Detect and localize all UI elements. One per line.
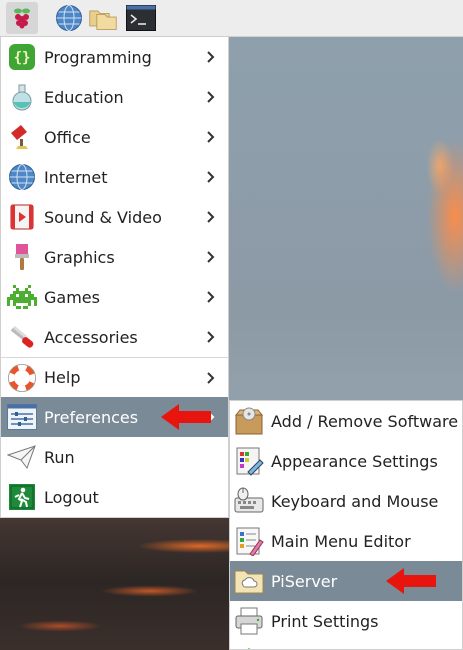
menu-item-education[interactable]: Education xyxy=(1,77,228,117)
submenu-item-label: Print Settings xyxy=(271,611,379,631)
appearance-settings-icon xyxy=(234,446,264,476)
menu-item-games[interactable]: Games xyxy=(1,277,228,317)
accessories-icon xyxy=(7,322,37,352)
wallpaper-sunset-clouds xyxy=(0,506,240,650)
submenu-item-label: Main Menu Editor xyxy=(271,531,411,551)
menu-item-run[interactable]: Run xyxy=(1,437,228,477)
keyboard-mouse-icon xyxy=(234,486,264,516)
menu-item-graphics[interactable]: Graphics xyxy=(1,237,228,277)
web-browser-button[interactable] xyxy=(54,3,84,33)
games-icon xyxy=(7,282,37,312)
menu-item-label: Help xyxy=(44,368,81,387)
chevron-right-icon xyxy=(207,91,215,103)
chevron-right-icon xyxy=(207,251,215,263)
chevron-right-icon xyxy=(207,291,215,303)
menu-item-label: Run xyxy=(44,447,75,467)
menu-item-label: Accessories xyxy=(44,327,138,347)
menu-item-label: Sound & Video xyxy=(44,207,162,227)
education-icon xyxy=(7,82,37,112)
submenu-item-partial[interactable] xyxy=(230,641,462,649)
main-menu: {} Programming Education Office Internet… xyxy=(0,36,229,518)
add-remove-software-icon xyxy=(234,406,264,436)
red-annotation-arrow xyxy=(386,568,436,594)
submenu-item-label: Add / Remove Software xyxy=(271,411,459,431)
print-settings-icon xyxy=(234,606,264,636)
menu-item-preferences[interactable]: Preferences xyxy=(1,397,228,437)
submenu-item-add-remove-software[interactable]: Add / Remove Software xyxy=(230,401,462,441)
terminal-button[interactable] xyxy=(126,3,156,33)
chevron-right-icon xyxy=(207,211,215,223)
office-icon xyxy=(7,122,37,152)
sound-video-icon xyxy=(7,202,37,232)
menu-item-label: Preferences xyxy=(44,407,139,427)
menu-item-label: Office xyxy=(44,127,91,147)
submenu-item-keyboard-mouse[interactable]: Keyboard and Mouse xyxy=(230,481,462,521)
graphics-icon xyxy=(7,242,37,272)
piserver-icon xyxy=(234,566,264,596)
submenu-item-print-settings[interactable]: Print Settings xyxy=(230,601,462,641)
help-icon xyxy=(7,363,37,393)
chevron-right-icon xyxy=(207,171,215,183)
submenu-item-label: PiServer xyxy=(271,571,338,591)
preferences-icon xyxy=(7,402,37,432)
chevron-right-icon xyxy=(207,372,215,384)
submenu-item-appearance-settings[interactable]: Appearance Settings xyxy=(230,441,462,481)
file-manager-icon xyxy=(89,10,117,30)
chevron-right-icon xyxy=(207,131,215,143)
menu-item-sound-video[interactable]: Sound & Video xyxy=(1,197,228,237)
web-browser-icon xyxy=(56,5,82,31)
menu-item-label: Education xyxy=(44,87,124,107)
menu-item-label: Graphics xyxy=(44,247,115,267)
logout-icon xyxy=(7,482,37,512)
programming-icon: {} xyxy=(7,42,37,72)
menu-item-accessories[interactable]: Accessories xyxy=(1,317,228,357)
run-icon xyxy=(7,442,37,472)
main-menu-editor-icon xyxy=(234,526,264,556)
partial-item-icon xyxy=(234,646,264,649)
menu-item-internet[interactable]: Internet xyxy=(1,157,228,197)
terminal-icon xyxy=(126,5,156,31)
submenu-item-label: Keyboard and Mouse xyxy=(271,491,439,511)
menu-item-label: Programming xyxy=(44,47,152,67)
submenu-item-piserver[interactable]: PiServer xyxy=(230,561,462,601)
taskbar xyxy=(0,0,463,37)
internet-icon xyxy=(7,162,37,192)
submenu-item-label: Appearance Settings xyxy=(271,451,438,471)
menu-item-office[interactable]: Office xyxy=(1,117,228,157)
menu-item-label: Games xyxy=(44,287,100,307)
raspberry-menu-button[interactable] xyxy=(6,2,38,34)
red-annotation-arrow xyxy=(161,404,211,430)
svg-text:{}: {} xyxy=(14,50,31,66)
chevron-right-icon xyxy=(207,331,215,343)
preferences-submenu: Add / Remove Software Appearance Setting… xyxy=(229,400,463,650)
menu-item-label: Internet xyxy=(44,167,108,187)
chevron-right-icon xyxy=(207,51,215,63)
menu-item-help[interactable]: Help xyxy=(1,357,228,397)
menu-item-logout[interactable]: Logout xyxy=(1,477,228,517)
submenu-item-main-menu-editor[interactable]: Main Menu Editor xyxy=(230,521,462,561)
menu-item-label: Logout xyxy=(44,487,99,507)
menu-item-programming[interactable]: {} Programming xyxy=(1,37,228,77)
file-manager-button[interactable] xyxy=(88,3,118,33)
raspberry-icon xyxy=(14,8,30,29)
